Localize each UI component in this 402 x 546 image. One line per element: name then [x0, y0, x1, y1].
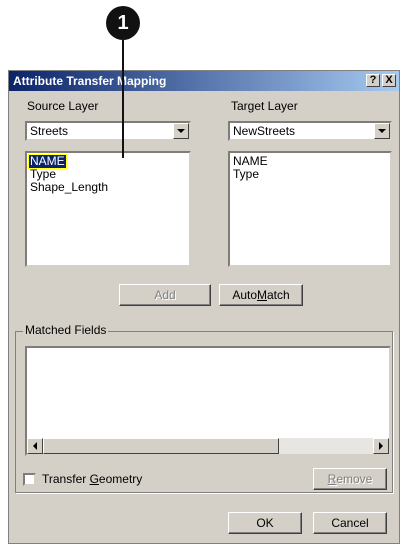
transfer-geometry-checkbox[interactable] [23, 473, 36, 486]
horizontal-scrollbar[interactable] [27, 438, 389, 454]
source-field-shape-length[interactable]: Shape_Length [29, 181, 109, 194]
source-layer-label: Source Layer [27, 99, 99, 113]
callout-number: 1 [106, 6, 140, 40]
source-layer-value: Streets [30, 124, 69, 138]
attribute-transfer-mapping-dialog: Attribute Transfer Mapping ? X Source La… [8, 70, 400, 544]
target-fields-list[interactable]: NAME Type [228, 151, 392, 267]
auto-match-label-post: atch [267, 288, 290, 302]
transfer-geometry-label-post: eometry [98, 472, 143, 486]
arrow-right-icon [379, 442, 383, 450]
target-layer-value: NewStreets [233, 124, 296, 138]
callout-line [122, 40, 124, 158]
source-layer-dropdown-button[interactable] [173, 123, 189, 139]
auto-match-label-pre: Auto [232, 288, 257, 302]
ok-button[interactable]: OK [228, 512, 302, 534]
transfer-geometry-label[interactable]: Transfer Geometry [42, 472, 142, 486]
auto-match-accelerator: M [257, 288, 267, 302]
matched-fields-legend: Matched Fields [23, 323, 109, 337]
target-field-type[interactable]: Type [232, 168, 260, 181]
chevron-down-icon [177, 129, 185, 133]
target-layer-label: Target Layer [231, 99, 298, 113]
source-layer-combo[interactable]: Streets [25, 121, 191, 141]
target-layer-combo[interactable]: NewStreets [228, 121, 392, 141]
transfer-geometry-label-pre: Transfer [42, 472, 90, 486]
help-button[interactable]: ? [366, 74, 380, 87]
remove-label-post: emove [336, 472, 373, 486]
transfer-geometry-accelerator: G [89, 472, 99, 486]
add-button[interactable]: Add [119, 284, 211, 306]
source-fields-list[interactable]: NAME Type Shape_Length [25, 151, 191, 267]
window-title: Attribute Transfer Mapping [13, 74, 167, 88]
close-button[interactable]: X [382, 74, 396, 87]
scroll-right-button[interactable] [373, 438, 389, 454]
auto-match-button[interactable]: Auto Match [219, 284, 303, 306]
cancel-button[interactable]: Cancel [313, 512, 387, 534]
title-bar: Attribute Transfer Mapping ? X [9, 71, 399, 91]
scroll-left-button[interactable] [27, 438, 43, 454]
matched-fields-list[interactable] [25, 346, 391, 456]
target-layer-dropdown-button[interactable] [374, 123, 390, 139]
scroll-thumb[interactable] [43, 438, 279, 454]
chevron-down-icon [378, 129, 386, 133]
arrow-left-icon [33, 442, 37, 450]
remove-accelerator: R [327, 472, 337, 486]
remove-button[interactable]: Remove [313, 468, 387, 490]
